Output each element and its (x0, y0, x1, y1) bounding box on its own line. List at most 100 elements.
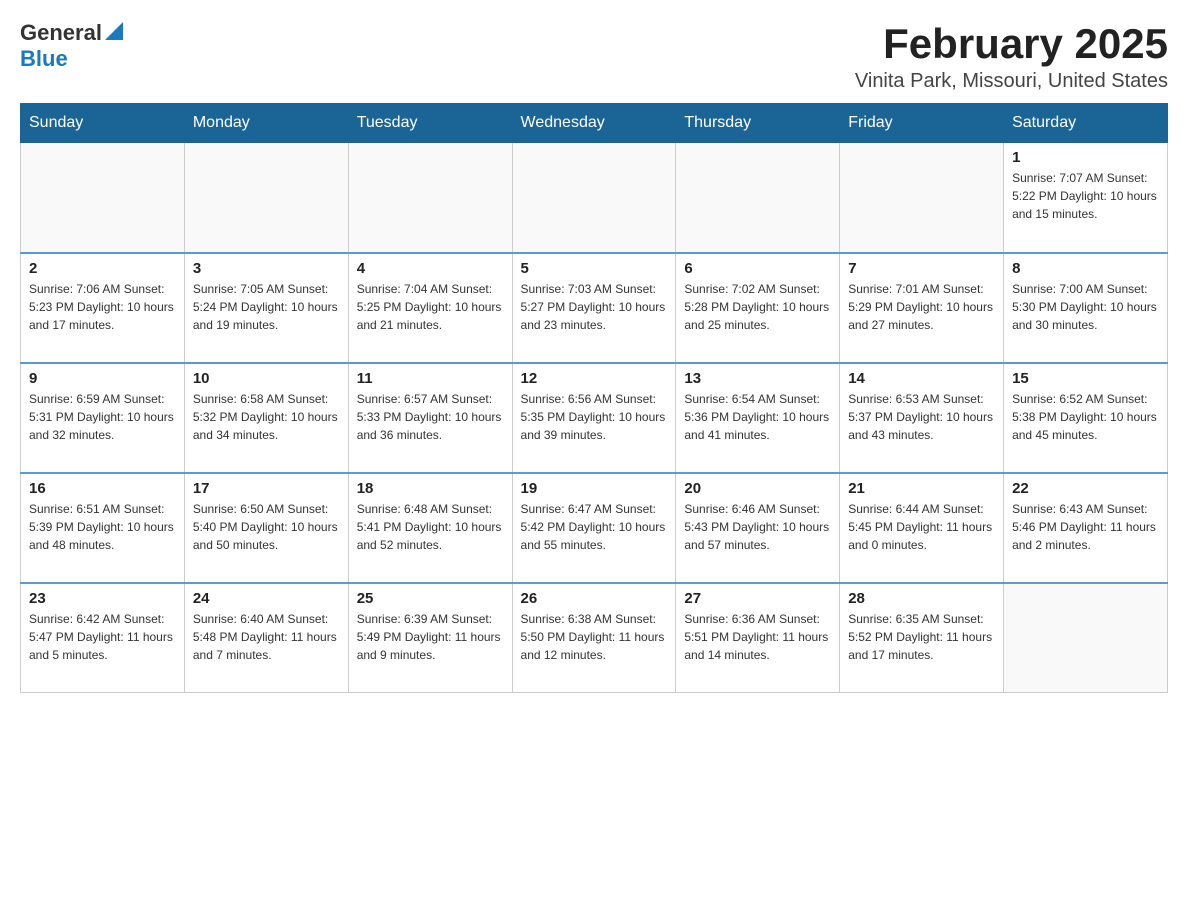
day-info: Sunrise: 6:51 AM Sunset: 5:39 PM Dayligh… (29, 500, 176, 554)
calendar-week-row: 23 Sunrise: 6:42 AM Sunset: 5:47 PM Dayli… (21, 583, 1168, 693)
calendar-cell: 17 Sunrise: 6:50 AM Sunset: 5:40 PM Dayli… (184, 473, 348, 583)
day-info: Sunrise: 6:57 AM Sunset: 5:33 PM Dayligh… (357, 390, 504, 444)
calendar-cell: 26 Sunrise: 6:38 AM Sunset: 5:50 PM Dayli… (512, 583, 676, 693)
calendar-cell: 4 Sunrise: 7:04 AM Sunset: 5:25 PM Daylig… (348, 253, 512, 363)
calendar-cell: 16 Sunrise: 6:51 AM Sunset: 5:39 PM Dayli… (21, 473, 185, 583)
day-number: 10 (193, 370, 340, 387)
calendar-cell (348, 143, 512, 253)
calendar-cell: 5 Sunrise: 7:03 AM Sunset: 5:27 PM Daylig… (512, 253, 676, 363)
day-info: Sunrise: 6:43 AM Sunset: 5:46 PM Dayligh… (1012, 500, 1159, 554)
day-number: 24 (193, 590, 340, 607)
calendar-cell: 2 Sunrise: 7:06 AM Sunset: 5:23 PM Daylig… (21, 253, 185, 363)
day-info: Sunrise: 6:54 AM Sunset: 5:36 PM Dayligh… (684, 390, 831, 444)
calendar-body: 1Sunrise: 7:07 AM Sunset: 5:22 PM Daylig… (21, 143, 1168, 693)
weekday-header-thursday: Thursday (676, 104, 840, 143)
calendar-table: SundayMondayTuesdayWednesdayThursdayFrid… (20, 103, 1168, 693)
day-info: Sunrise: 7:01 AM Sunset: 5:29 PM Dayligh… (848, 280, 995, 334)
day-info: Sunrise: 6:47 AM Sunset: 5:42 PM Dayligh… (521, 500, 668, 554)
day-info: Sunrise: 6:58 AM Sunset: 5:32 PM Dayligh… (193, 390, 340, 444)
day-number: 20 (684, 480, 831, 497)
calendar-cell (21, 143, 185, 253)
day-info: Sunrise: 6:42 AM Sunset: 5:47 PM Dayligh… (29, 610, 176, 664)
calendar-cell: 20 Sunrise: 6:46 AM Sunset: 5:43 PM Dayli… (676, 473, 840, 583)
day-info: Sunrise: 7:00 AM Sunset: 5:30 PM Dayligh… (1012, 280, 1159, 334)
calendar-cell: 28Sunrise: 6:35 AM Sunset: 5:52 PM Dayli… (840, 583, 1004, 693)
day-info: Sunrise: 6:38 AM Sunset: 5:50 PM Dayligh… (521, 610, 668, 664)
weekday-header-tuesday: Tuesday (348, 104, 512, 143)
day-number: 15 (1012, 370, 1159, 387)
day-number: 3 (193, 260, 340, 277)
day-info: Sunrise: 6:36 AM Sunset: 5:51 PM Dayligh… (684, 610, 831, 664)
calendar-cell (184, 143, 348, 253)
day-number: 11 (357, 370, 504, 387)
calendar-cell: 8 Sunrise: 7:00 AM Sunset: 5:30 PM Daylig… (1004, 253, 1168, 363)
calendar-cell: 6 Sunrise: 7:02 AM Sunset: 5:28 PM Daylig… (676, 253, 840, 363)
calendar-week-row: 9Sunrise: 6:59 AM Sunset: 5:31 PM Daylig… (21, 363, 1168, 473)
logo: General Blue (20, 20, 123, 72)
calendar-cell: 11 Sunrise: 6:57 AM Sunset: 5:33 PM Dayli… (348, 363, 512, 473)
calendar-cell: 23 Sunrise: 6:42 AM Sunset: 5:47 PM Dayli… (21, 583, 185, 693)
day-number: 13 (684, 370, 831, 387)
calendar-cell: 18 Sunrise: 6:48 AM Sunset: 5:41 PM Dayli… (348, 473, 512, 583)
day-number: 23 (29, 590, 176, 607)
title-section: February 2025 Vinita Park, Missouri, Uni… (855, 20, 1168, 93)
day-number: 18 (357, 480, 504, 497)
day-number: 26 (521, 590, 668, 607)
day-info: Sunrise: 6:59 AM Sunset: 5:31 PM Dayligh… (29, 390, 176, 444)
calendar-cell (676, 143, 840, 253)
day-number: 25 (357, 590, 504, 607)
day-number: 19 (521, 480, 668, 497)
day-info: Sunrise: 7:05 AM Sunset: 5:24 PM Dayligh… (193, 280, 340, 334)
day-info: Sunrise: 6:52 AM Sunset: 5:38 PM Dayligh… (1012, 390, 1159, 444)
day-info: Sunrise: 6:56 AM Sunset: 5:35 PM Dayligh… (521, 390, 668, 444)
day-info: Sunrise: 6:39 AM Sunset: 5:49 PM Dayligh… (357, 610, 504, 664)
day-info: Sunrise: 7:06 AM Sunset: 5:23 PM Dayligh… (29, 280, 176, 334)
calendar-cell: 27Sunrise: 6:36 AM Sunset: 5:51 PM Dayli… (676, 583, 840, 693)
logo-general-text: General (20, 20, 102, 46)
weekday-header-saturday: Saturday (1004, 104, 1168, 143)
day-number: 6 (684, 260, 831, 277)
day-info: Sunrise: 6:50 AM Sunset: 5:40 PM Dayligh… (193, 500, 340, 554)
day-number: 7 (848, 260, 995, 277)
day-number: 28 (848, 590, 995, 607)
day-number: 14 (848, 370, 995, 387)
calendar-cell (1004, 583, 1168, 693)
page-header: General Blue February 2025 Vinita Park, … (20, 20, 1168, 93)
day-number: 17 (193, 480, 340, 497)
calendar-week-row: 16 Sunrise: 6:51 AM Sunset: 5:39 PM Dayli… (21, 473, 1168, 583)
day-number: 16 (29, 480, 176, 497)
calendar-cell: 7 Sunrise: 7:01 AM Sunset: 5:29 PM Daylig… (840, 253, 1004, 363)
calendar-week-row: 1Sunrise: 7:07 AM Sunset: 5:22 PM Daylig… (21, 143, 1168, 253)
calendar-title: February 2025 (855, 20, 1168, 68)
calendar-cell: 14Sunrise: 6:53 AM Sunset: 5:37 PM Dayli… (840, 363, 1004, 473)
calendar-cell: 21 Sunrise: 6:44 AM Sunset: 5:45 PM Dayli… (840, 473, 1004, 583)
calendar-header-row: SundayMondayTuesdayWednesdayThursdayFrid… (21, 104, 1168, 143)
day-number: 2 (29, 260, 176, 277)
day-info: Sunrise: 6:48 AM Sunset: 5:41 PM Dayligh… (357, 500, 504, 554)
day-info: Sunrise: 7:03 AM Sunset: 5:27 PM Dayligh… (521, 280, 668, 334)
day-number: 5 (521, 260, 668, 277)
calendar-subtitle: Vinita Park, Missouri, United States (855, 70, 1168, 93)
calendar-week-row: 2 Sunrise: 7:06 AM Sunset: 5:23 PM Daylig… (21, 253, 1168, 363)
calendar-cell: 10 Sunrise: 6:58 AM Sunset: 5:32 PM Dayli… (184, 363, 348, 473)
day-info: Sunrise: 6:46 AM Sunset: 5:43 PM Dayligh… (684, 500, 831, 554)
day-info: Sunrise: 7:04 AM Sunset: 5:25 PM Dayligh… (357, 280, 504, 334)
calendar-cell: 1Sunrise: 7:07 AM Sunset: 5:22 PM Daylig… (1004, 143, 1168, 253)
calendar-cell: 15 Sunrise: 6:52 AM Sunset: 5:38 PM Dayli… (1004, 363, 1168, 473)
calendar-cell: 24Sunrise: 6:40 AM Sunset: 5:48 PM Dayli… (184, 583, 348, 693)
weekday-header-monday: Monday (184, 104, 348, 143)
logo-blue-text: Blue (20, 46, 68, 71)
day-number: 12 (521, 370, 668, 387)
calendar-cell: 19 Sunrise: 6:47 AM Sunset: 5:42 PM Dayli… (512, 473, 676, 583)
day-info: Sunrise: 7:02 AM Sunset: 5:28 PM Dayligh… (684, 280, 831, 334)
calendar-cell: 3 Sunrise: 7:05 AM Sunset: 5:24 PM Daylig… (184, 253, 348, 363)
calendar-cell (840, 143, 1004, 253)
calendar-cell: 13 Sunrise: 6:54 AM Sunset: 5:36 PM Dayli… (676, 363, 840, 473)
day-number: 8 (1012, 260, 1159, 277)
weekday-header-sunday: Sunday (21, 104, 185, 143)
day-number: 4 (357, 260, 504, 277)
day-number: 21 (848, 480, 995, 497)
logo-triangle-icon (105, 22, 123, 40)
day-number: 22 (1012, 480, 1159, 497)
day-info: Sunrise: 6:44 AM Sunset: 5:45 PM Dayligh… (848, 500, 995, 554)
